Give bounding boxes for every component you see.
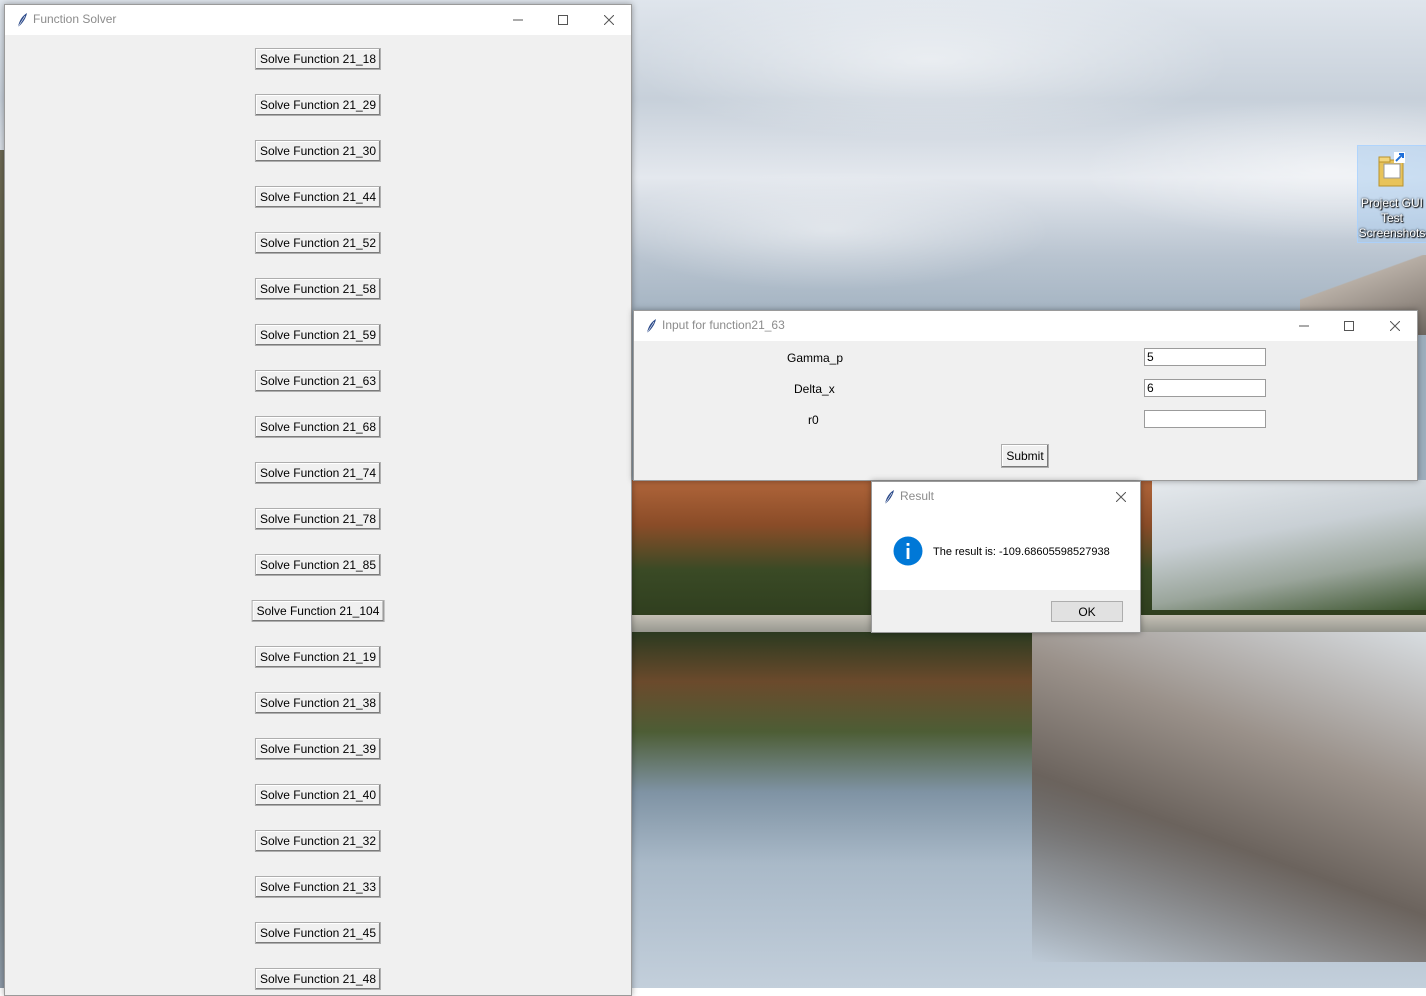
- function-solver-window: Function Solver Solve Function 21_18 Solv…: [4, 4, 632, 996]
- solve-function-button[interactable]: Solve Function 21_104: [251, 600, 385, 622]
- solve-function-button[interactable]: Solve Function 21_59: [254, 324, 382, 346]
- title-bar[interactable]: Result: [872, 482, 1140, 512]
- close-icon: [1390, 321, 1400, 331]
- gamma-p-label: Gamma_p: [787, 351, 844, 365]
- close-button[interactable]: [1103, 482, 1139, 512]
- desktop-shortcut[interactable]: Project GUI Test Screenshots: [1357, 145, 1426, 243]
- solve-function-button[interactable]: Solve Function 21_45: [254, 922, 382, 944]
- close-icon: [604, 15, 614, 25]
- delta-x-label: Delta_x: [794, 382, 835, 396]
- solve-function-button[interactable]: Solve Function 21_32: [254, 830, 382, 852]
- desktop-shortcut-label: Project GUI Test Screenshots: [1358, 196, 1426, 240]
- solve-function-button[interactable]: Solve Function 21_48: [254, 968, 382, 990]
- solve-function-button[interactable]: Solve Function 21_29: [254, 94, 382, 116]
- feather-icon: [884, 490, 894, 505]
- minimize-button[interactable]: [495, 5, 541, 35]
- maximize-icon: [558, 15, 568, 25]
- solve-function-button[interactable]: Solve Function 21_68: [254, 416, 382, 438]
- feather-icon: [17, 13, 27, 28]
- solve-function-button[interactable]: Solve Function 21_40: [254, 784, 382, 806]
- solve-function-button[interactable]: Solve Function 21_74: [254, 462, 382, 484]
- window-title: Function Solver: [33, 12, 117, 26]
- close-button[interactable]: [1372, 311, 1418, 341]
- minimize-button[interactable]: [1281, 311, 1327, 341]
- maximize-button[interactable]: [540, 5, 586, 35]
- gamma-p-input[interactable]: [1144, 348, 1266, 366]
- result-dialog: Result The result is: -109.6860559852793…: [871, 481, 1141, 633]
- solve-function-button[interactable]: Solve Function 21_30: [254, 140, 382, 162]
- maximize-icon: [1344, 321, 1354, 331]
- title-bar[interactable]: Input for function21_63: [634, 311, 1417, 341]
- solve-function-button[interactable]: Solve Function 21_39: [254, 738, 382, 760]
- input-window: Input for function21_63 Gamma_p Delta_x …: [633, 310, 1418, 481]
- submit-button[interactable]: Submit: [1001, 444, 1049, 468]
- close-icon: [1116, 492, 1126, 502]
- solve-function-button[interactable]: Solve Function 21_52: [254, 232, 382, 254]
- maximize-button[interactable]: [1326, 311, 1372, 341]
- solve-function-button[interactable]: Solve Function 21_78: [254, 508, 382, 530]
- solve-function-button[interactable]: Solve Function 21_19: [254, 646, 382, 668]
- delta-x-input[interactable]: [1144, 379, 1266, 397]
- solve-function-button[interactable]: Solve Function 21_18: [254, 48, 382, 70]
- result-message: The result is: -109.68605598527938: [933, 546, 1110, 558]
- solve-function-button[interactable]: Solve Function 21_58: [254, 278, 382, 300]
- solve-function-button[interactable]: Solve Function 21_63: [254, 370, 382, 392]
- title-bar[interactable]: Function Solver: [5, 5, 631, 35]
- info-icon: [893, 536, 923, 566]
- dialog-title: Result: [900, 489, 935, 503]
- wallpaper-lake: [632, 632, 1426, 988]
- solve-function-button[interactable]: Solve Function 21_33: [254, 876, 382, 898]
- solve-function-button[interactable]: Solve Function 21_38: [254, 692, 382, 714]
- minimize-icon: [513, 19, 523, 21]
- folder-shortcut-icon: [1378, 152, 1405, 187]
- r0-input[interactable]: [1144, 410, 1266, 428]
- solve-function-button[interactable]: Solve Function 21_85: [254, 554, 382, 576]
- button-list: Solve Function 21_18 Solve Function 21_29…: [5, 35, 631, 995]
- close-button[interactable]: [586, 5, 632, 35]
- r0-label: r0: [808, 413, 819, 427]
- feather-icon: [646, 319, 656, 334]
- solve-function-button[interactable]: Solve Function 21_44: [254, 186, 382, 208]
- window-title: Input for function21_63: [662, 318, 785, 332]
- ok-button[interactable]: OK: [1051, 601, 1123, 622]
- minimize-icon: [1299, 325, 1309, 327]
